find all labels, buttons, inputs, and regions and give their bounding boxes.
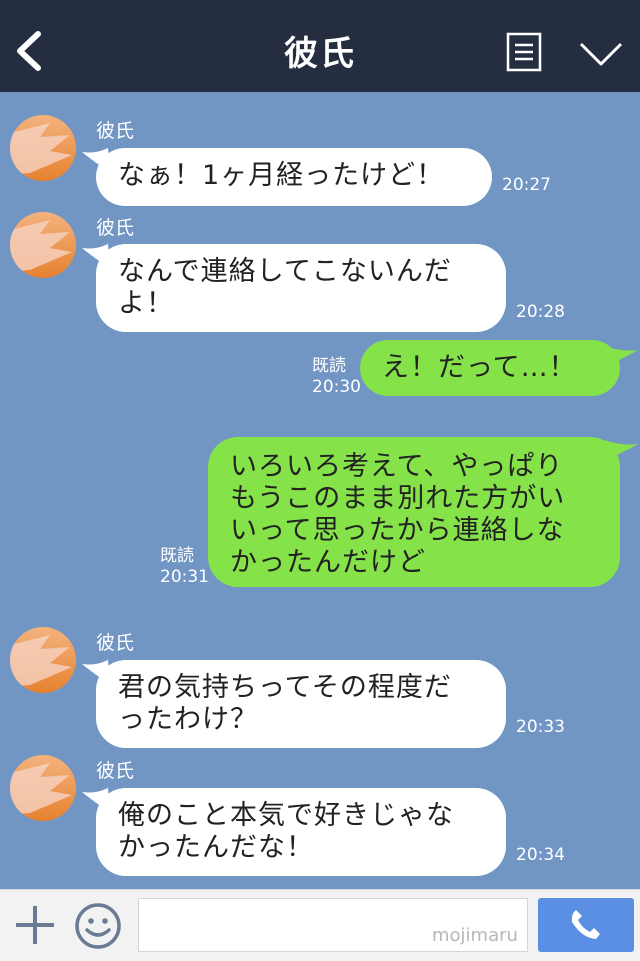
bubble-tail	[604, 440, 638, 460]
chat-title: 彼氏	[284, 34, 356, 74]
read-label: 既読	[312, 356, 346, 376]
message-line: なぁ！1ヶ月経ったけど！	[118, 160, 445, 191]
sender-name: 彼氏	[96, 632, 135, 654]
read-receipt: 既読 20:31	[160, 546, 209, 588]
message-line: かったんだけど	[230, 547, 426, 578]
message-time: 20:30	[312, 377, 361, 397]
message-bubble[interactable]: え！だって…！	[360, 340, 620, 396]
input-bar: mojimaru	[0, 889, 640, 961]
phone-icon	[571, 910, 600, 939]
avatar[interactable]	[10, 627, 76, 693]
message-bubble[interactable]: いろいろ考えて、やっぱり もうこのまま別れた方がい いって思ったから連絡しな か…	[208, 437, 620, 587]
chat-header: 彼氏	[0, 0, 640, 92]
call-button[interactable]	[538, 898, 634, 952]
read-receipt: 既読 20:30	[312, 356, 361, 398]
message-time: 20:33	[516, 717, 565, 737]
message-bubble[interactable]: 俺のこと本気で好きじゃな かったんだな！	[96, 788, 506, 876]
message-bubble[interactable]: なぁ！1ヶ月経ったけど！	[96, 148, 492, 206]
avatar[interactable]	[10, 212, 76, 278]
watermark: mojimaru	[432, 925, 518, 946]
message-line: ったわけ？	[118, 704, 258, 735]
message-time: 20:27	[502, 175, 551, 195]
chevron-down-icon[interactable]	[578, 40, 624, 68]
sender-name: 彼氏	[96, 760, 135, 782]
message-line: かったんだな！	[118, 832, 314, 863]
message-bubble[interactable]: なんで連絡してこないんだ よ！	[96, 244, 506, 332]
message-line: もうこのまま別れた方がい	[230, 483, 566, 514]
smile-icon[interactable]	[74, 902, 122, 950]
bubble-tail	[604, 346, 638, 366]
avatar[interactable]	[10, 115, 76, 181]
message-line: よ！	[118, 288, 174, 319]
message-line: いろいろ考えて、やっぱり	[230, 451, 564, 482]
message-line: いって思ったから連絡しな	[230, 515, 565, 546]
plus-icon[interactable]	[14, 904, 56, 946]
message-line: 君の気持ちってその程度だ	[118, 672, 452, 703]
message-line: え！だって…！	[382, 352, 577, 383]
avatar[interactable]	[10, 755, 76, 821]
message-time: 20:28	[516, 302, 565, 322]
message-line: 俺のこと本気で好きじゃな	[118, 800, 454, 831]
message-time: 20:34	[516, 845, 565, 865]
message-line: なんで連絡してこないんだ	[118, 256, 452, 287]
message-time: 20:31	[160, 567, 209, 587]
sender-name: 彼氏	[96, 120, 135, 142]
note-icon[interactable]	[506, 32, 542, 72]
message-bubble[interactable]: 君の気持ちってその程度だ ったわけ？	[96, 660, 506, 748]
sender-name: 彼氏	[96, 217, 135, 239]
read-label: 既読	[160, 546, 194, 566]
